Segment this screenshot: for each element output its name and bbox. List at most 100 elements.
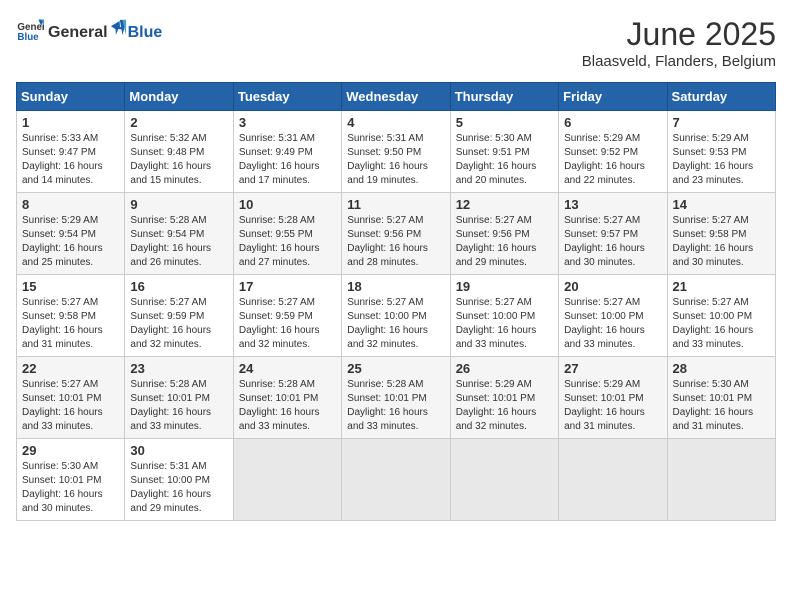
calendar-cell: 21 Sunrise: 5:27 AMSunset: 10:00 PMDaylig… <box>667 275 775 357</box>
day-number: 20 <box>564 279 661 294</box>
day-detail: Sunrise: 5:29 AMSunset: 10:01 PMDaylight… <box>456 379 537 432</box>
calendar-cell: 13 Sunrise: 5:27 AMSunset: 9:57 PMDayligh… <box>559 193 667 275</box>
calendar-cell <box>450 439 558 521</box>
calendar-cell: 4 Sunrise: 5:31 AMSunset: 9:50 PMDaylight… <box>342 111 450 193</box>
day-number: 13 <box>564 197 661 212</box>
calendar-cell: 27 Sunrise: 5:29 AMSunset: 10:01 PMDaylig… <box>559 357 667 439</box>
day-detail: Sunrise: 5:30 AMSunset: 10:01 PMDaylight… <box>673 379 754 432</box>
day-number: 27 <box>564 361 661 376</box>
day-detail: Sunrise: 5:29 AMSunset: 10:01 PMDaylight… <box>564 379 645 432</box>
calendar-cell: 25 Sunrise: 5:28 AMSunset: 10:01 PMDaylig… <box>342 357 450 439</box>
calendar-cell: 28 Sunrise: 5:30 AMSunset: 10:01 PMDaylig… <box>667 357 775 439</box>
day-detail: Sunrise: 5:27 AMSunset: 10:01 PMDaylight… <box>22 379 103 432</box>
calendar-cell: 26 Sunrise: 5:29 AMSunset: 10:01 PMDaylig… <box>450 357 558 439</box>
calendar-cell: 30Sunrise: 5:31 AMSunset: 10:00 PMDaylig… <box>125 439 233 521</box>
day-detail: Sunrise: 5:30 AMSunset: 10:01 PMDaylight… <box>22 461 103 514</box>
day-detail: Sunrise: 5:30 AMSunset: 9:51 PMDaylight:… <box>456 133 537 186</box>
svg-text:Blue: Blue <box>17 32 39 43</box>
calendar-week-row: 22 Sunrise: 5:27 AMSunset: 10:01 PMDaylig… <box>17 357 776 439</box>
day-number: 23 <box>130 361 227 376</box>
calendar-cell: 23 Sunrise: 5:28 AMSunset: 10:01 PMDaylig… <box>125 357 233 439</box>
day-detail: Sunrise: 5:27 AMSunset: 10:00 PMDaylight… <box>347 297 428 350</box>
day-number: 12 <box>456 197 553 212</box>
day-detail: Sunrise: 5:29 AMSunset: 9:53 PMDaylight:… <box>673 133 754 186</box>
calendar-cell: 8Sunrise: 5:29 AMSunset: 9:54 PMDaylight… <box>17 193 125 275</box>
month-title: June 2025 <box>582 16 776 53</box>
calendar-header-row: SundayMondayTuesdayWednesdayThursdayFrid… <box>17 83 776 111</box>
calendar-week-row: 8Sunrise: 5:29 AMSunset: 9:54 PMDaylight… <box>17 193 776 275</box>
calendar-week-row: 29Sunrise: 5:30 AMSunset: 10:01 PMDaylig… <box>17 439 776 521</box>
header-day-friday: Friday <box>559 83 667 111</box>
day-detail: Sunrise: 5:27 AMSunset: 9:57 PMDaylight:… <box>564 215 645 268</box>
day-number: 3 <box>239 115 336 130</box>
logo-arrow-icon <box>109 19 127 37</box>
day-detail: Sunrise: 5:28 AMSunset: 10:01 PMDaylight… <box>130 379 211 432</box>
calendar-cell: 24 Sunrise: 5:28 AMSunset: 10:01 PMDaylig… <box>233 357 341 439</box>
day-detail: Sunrise: 5:27 AMSunset: 9:58 PMDaylight:… <box>22 297 103 350</box>
calendar-cell: 19 Sunrise: 5:27 AMSunset: 10:00 PMDaylig… <box>450 275 558 357</box>
day-number: 30 <box>130 443 227 458</box>
header-day-sunday: Sunday <box>17 83 125 111</box>
day-detail: Sunrise: 5:27 AMSunset: 9:56 PMDaylight:… <box>456 215 537 268</box>
calendar-cell: 22 Sunrise: 5:27 AMSunset: 10:01 PMDaylig… <box>17 357 125 439</box>
day-number: 7 <box>673 115 770 130</box>
day-detail: Sunrise: 5:28 AMSunset: 10:01 PMDaylight… <box>239 379 320 432</box>
day-detail: Sunrise: 5:27 AMSunset: 9:56 PMDaylight:… <box>347 215 428 268</box>
header-day-thursday: Thursday <box>450 83 558 111</box>
calendar-cell: 18 Sunrise: 5:27 AMSunset: 10:00 PMDaylig… <box>342 275 450 357</box>
day-number: 18 <box>347 279 444 294</box>
calendar-table: SundayMondayTuesdayWednesdayThursdayFrid… <box>16 82 776 521</box>
calendar-cell: 6 Sunrise: 5:29 AMSunset: 9:52 PMDaylight… <box>559 111 667 193</box>
calendar-cell: 1 Sunrise: 5:33 AMSunset: 9:47 PMDaylight… <box>17 111 125 193</box>
calendar-cell: 10 Sunrise: 5:28 AMSunset: 9:55 PMDayligh… <box>233 193 341 275</box>
logo-blue: Blue <box>128 24 163 42</box>
calendar-cell: 16Sunrise: 5:27 AMSunset: 9:59 PMDayligh… <box>125 275 233 357</box>
logo-icon: General Blue <box>16 16 44 44</box>
calendar-cell <box>559 439 667 521</box>
day-detail: Sunrise: 5:29 AMSunset: 9:52 PMDaylight:… <box>564 133 645 186</box>
day-detail: Sunrise: 5:32 AMSunset: 9:48 PMDaylight:… <box>130 133 211 186</box>
calendar-cell: 29Sunrise: 5:30 AMSunset: 10:01 PMDaylig… <box>17 439 125 521</box>
header-day-wednesday: Wednesday <box>342 83 450 111</box>
day-detail: Sunrise: 5:33 AMSunset: 9:47 PMDaylight:… <box>22 133 103 186</box>
day-number: 4 <box>347 115 444 130</box>
day-number: 8 <box>22 197 119 212</box>
calendar-week-row: 15 Sunrise: 5:27 AMSunset: 9:58 PMDayligh… <box>17 275 776 357</box>
calendar-cell: 12 Sunrise: 5:27 AMSunset: 9:56 PMDayligh… <box>450 193 558 275</box>
day-number: 15 <box>22 279 119 294</box>
day-detail: Sunrise: 5:28 AMSunset: 10:01 PMDaylight… <box>347 379 428 432</box>
day-number: 21 <box>673 279 770 294</box>
day-detail: Sunrise: 5:28 AMSunset: 9:55 PMDaylight:… <box>239 215 320 268</box>
day-number: 25 <box>347 361 444 376</box>
day-number: 9 <box>130 197 227 212</box>
calendar-cell <box>667 439 775 521</box>
day-number: 2 <box>130 115 227 130</box>
day-number: 11 <box>347 197 444 212</box>
calendar-cell: 20Sunrise: 5:27 AMSunset: 10:00 PMDaylig… <box>559 275 667 357</box>
day-number: 24 <box>239 361 336 376</box>
day-detail: Sunrise: 5:27 AMSunset: 10:00 PMDaylight… <box>673 297 754 350</box>
calendar-cell <box>342 439 450 521</box>
day-number: 1 <box>22 115 119 130</box>
calendar-cell: 2 Sunrise: 5:32 AMSunset: 9:48 PMDaylight… <box>125 111 233 193</box>
header-day-monday: Monday <box>125 83 233 111</box>
location-title: Blaasveld, Flanders, Belgium <box>582 53 776 70</box>
calendar-cell: 3 Sunrise: 5:31 AMSunset: 9:49 PMDaylight… <box>233 111 341 193</box>
header: General Blue General Blue June 2025 Blaa… <box>16 16 776 70</box>
day-detail: Sunrise: 5:27 AMSunset: 10:00 PMDaylight… <box>456 297 537 350</box>
day-number: 22 <box>22 361 119 376</box>
day-number: 26 <box>456 361 553 376</box>
day-number: 6 <box>564 115 661 130</box>
day-detail: Sunrise: 5:31 AMSunset: 9:49 PMDaylight:… <box>239 133 320 186</box>
day-number: 10 <box>239 197 336 212</box>
calendar-cell: 11 Sunrise: 5:27 AMSunset: 9:56 PMDayligh… <box>342 193 450 275</box>
day-detail: Sunrise: 5:27 AMSunset: 9:58 PMDaylight:… <box>673 215 754 268</box>
day-detail: Sunrise: 5:27 AMSunset: 9:59 PMDaylight:… <box>239 297 320 350</box>
day-number: 19 <box>456 279 553 294</box>
logo-general: General <box>48 24 108 42</box>
day-number: 28 <box>673 361 770 376</box>
calendar-cell: 9Sunrise: 5:28 AMSunset: 9:54 PMDaylight… <box>125 193 233 275</box>
day-detail: Sunrise: 5:31 AMSunset: 9:50 PMDaylight:… <box>347 133 428 186</box>
calendar-cell <box>233 439 341 521</box>
day-number: 5 <box>456 115 553 130</box>
